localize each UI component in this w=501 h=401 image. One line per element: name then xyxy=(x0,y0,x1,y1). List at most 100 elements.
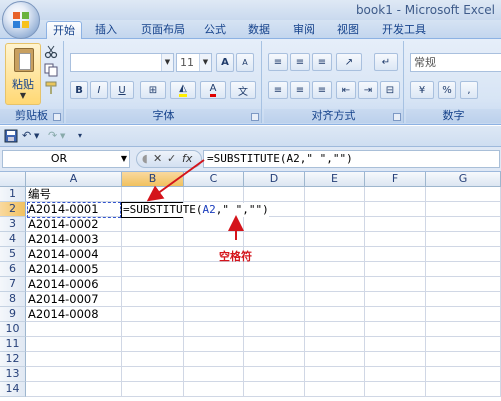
grid-cell[interactable] xyxy=(122,262,184,277)
grow-font-button[interactable]: A xyxy=(216,53,234,72)
tab-view[interactable]: 视图 xyxy=(330,21,366,39)
grid-cell[interactable] xyxy=(26,337,122,352)
font-color-button[interactable]: A xyxy=(200,81,226,99)
align-top-button[interactable]: ≡ xyxy=(268,53,288,71)
grid-cell[interactable] xyxy=(244,277,305,292)
grid-cell[interactable] xyxy=(305,337,365,352)
grid-cell[interactable] xyxy=(426,262,501,277)
tab-insert[interactable]: 插入 xyxy=(88,21,124,39)
grid-cell[interactable] xyxy=(122,187,184,202)
column-header-d[interactable]: D xyxy=(244,172,305,187)
grid-cell[interactable] xyxy=(365,217,426,232)
grid-cell[interactable] xyxy=(426,337,501,352)
cell-a9[interactable]: A2014-0008 xyxy=(26,307,122,322)
grid-cell[interactable] xyxy=(184,367,244,382)
align-left-button[interactable]: ≡ xyxy=(268,81,288,99)
grid-cell[interactable] xyxy=(244,352,305,367)
grid-cell[interactable] xyxy=(426,247,501,262)
wrap-text-button[interactable]: ↵ xyxy=(374,53,398,71)
clipboard-launcher[interactable] xyxy=(53,113,61,121)
italic-button[interactable]: I xyxy=(90,81,108,99)
column-header-g[interactable]: G xyxy=(426,172,501,187)
grid-cell[interactable] xyxy=(244,247,305,262)
cell-a1[interactable]: 编号 xyxy=(26,187,122,202)
copy-icon[interactable] xyxy=(44,63,58,77)
chevron-down-icon[interactable]: ▼ xyxy=(6,91,40,100)
grid-cell[interactable] xyxy=(184,262,244,277)
grid-cell[interactable] xyxy=(184,232,244,247)
row-header[interactable]: 10 xyxy=(0,322,26,337)
grid-cell[interactable] xyxy=(305,277,365,292)
cell-a5[interactable]: A2014-0004 xyxy=(26,247,122,262)
grid-cell[interactable] xyxy=(244,367,305,382)
grid-cell[interactable] xyxy=(244,262,305,277)
grid-cell[interactable] xyxy=(365,337,426,352)
row-header[interactable]: 12 xyxy=(0,352,26,367)
grid-cell[interactable] xyxy=(305,202,365,217)
formula-input[interactable]: =SUBSTITUTE(A2," ","") xyxy=(203,150,500,168)
align-middle-button[interactable]: ≡ xyxy=(290,53,310,71)
grid-cell[interactable] xyxy=(365,277,426,292)
tab-review[interactable]: 审阅 xyxy=(286,21,322,39)
grid-cell[interactable] xyxy=(244,292,305,307)
column-header-a[interactable]: A xyxy=(26,172,122,187)
cell-a8[interactable]: A2014-0007 xyxy=(26,292,122,307)
tab-page-layout[interactable]: 页面布局 xyxy=(132,21,194,39)
row-header[interactable]: 9 xyxy=(0,307,26,322)
row-header[interactable]: 8 xyxy=(0,292,26,307)
grid-cell[interactable] xyxy=(305,187,365,202)
grid-cell[interactable] xyxy=(426,217,501,232)
row-header[interactable]: 3 xyxy=(0,217,26,232)
insert-function-icon[interactable]: fx xyxy=(182,152,192,165)
column-header-c[interactable]: C xyxy=(184,172,244,187)
grid-cell[interactable] xyxy=(305,262,365,277)
merge-center-button[interactable]: ⊟ xyxy=(380,81,400,99)
grid-cell[interactable] xyxy=(305,217,365,232)
grid-cell[interactable] xyxy=(122,217,184,232)
alignment-launcher[interactable] xyxy=(393,113,401,121)
grid-cell[interactable] xyxy=(122,322,184,337)
bold-button[interactable]: B xyxy=(70,81,88,99)
row-header[interactable]: 5 xyxy=(0,247,26,262)
grid-cell[interactable] xyxy=(305,322,365,337)
grid-cell[interactable] xyxy=(426,307,501,322)
chevron-down-icon[interactable]: ▼ xyxy=(121,151,127,167)
grid-cell[interactable] xyxy=(365,292,426,307)
row-header[interactable]: 1 xyxy=(0,187,26,202)
grid-cell[interactable] xyxy=(26,367,122,382)
grid-cell[interactable] xyxy=(244,337,305,352)
row-header[interactable]: 7 xyxy=(0,277,26,292)
column-header-f[interactable]: F xyxy=(365,172,426,187)
grid-cell[interactable] xyxy=(26,382,122,397)
grid-cell[interactable] xyxy=(244,322,305,337)
shrink-font-button[interactable]: A xyxy=(236,53,254,72)
grid-cell[interactable] xyxy=(184,322,244,337)
cell-a3[interactable]: A2014-0002 xyxy=(26,217,122,232)
grid-cell[interactable] xyxy=(305,247,365,262)
grid-cell[interactable] xyxy=(26,352,122,367)
grid-cell[interactable] xyxy=(426,352,501,367)
grid-cell[interactable] xyxy=(305,382,365,397)
grid-cell[interactable] xyxy=(426,232,501,247)
font-name-dropdown[interactable]: ▼ xyxy=(70,53,174,72)
grid-cell[interactable] xyxy=(26,322,122,337)
underline-button[interactable]: U xyxy=(110,81,134,99)
paste-button[interactable]: 粘贴 ▼ xyxy=(5,43,41,105)
grid-cell[interactable] xyxy=(365,322,426,337)
chevron-down-icon[interactable]: ▼ xyxy=(34,132,39,146)
worksheet-grid[interactable]: A B C D E F G 1 2 3 4 5 6 7 8 9 10 11 12… xyxy=(0,159,501,401)
row-header[interactable]: 11 xyxy=(0,337,26,352)
cell-a7[interactable]: A2014-0006 xyxy=(26,277,122,292)
row-header[interactable]: 13 xyxy=(0,367,26,382)
grid-cell[interactable] xyxy=(244,217,305,232)
customize-qat-icon[interactable]: ▾ xyxy=(78,131,82,145)
enter-icon[interactable]: ✓ xyxy=(167,152,176,165)
grid-cell[interactable] xyxy=(122,292,184,307)
grid-cell[interactable] xyxy=(365,202,426,217)
decrease-indent-button[interactable]: ⇤ xyxy=(336,81,356,99)
grid-cell[interactable] xyxy=(122,277,184,292)
grid-cell[interactable] xyxy=(122,307,184,322)
grid-cell[interactable] xyxy=(426,202,501,217)
increase-indent-button[interactable]: ⇥ xyxy=(358,81,378,99)
row-header[interactable]: 14 xyxy=(0,382,26,397)
